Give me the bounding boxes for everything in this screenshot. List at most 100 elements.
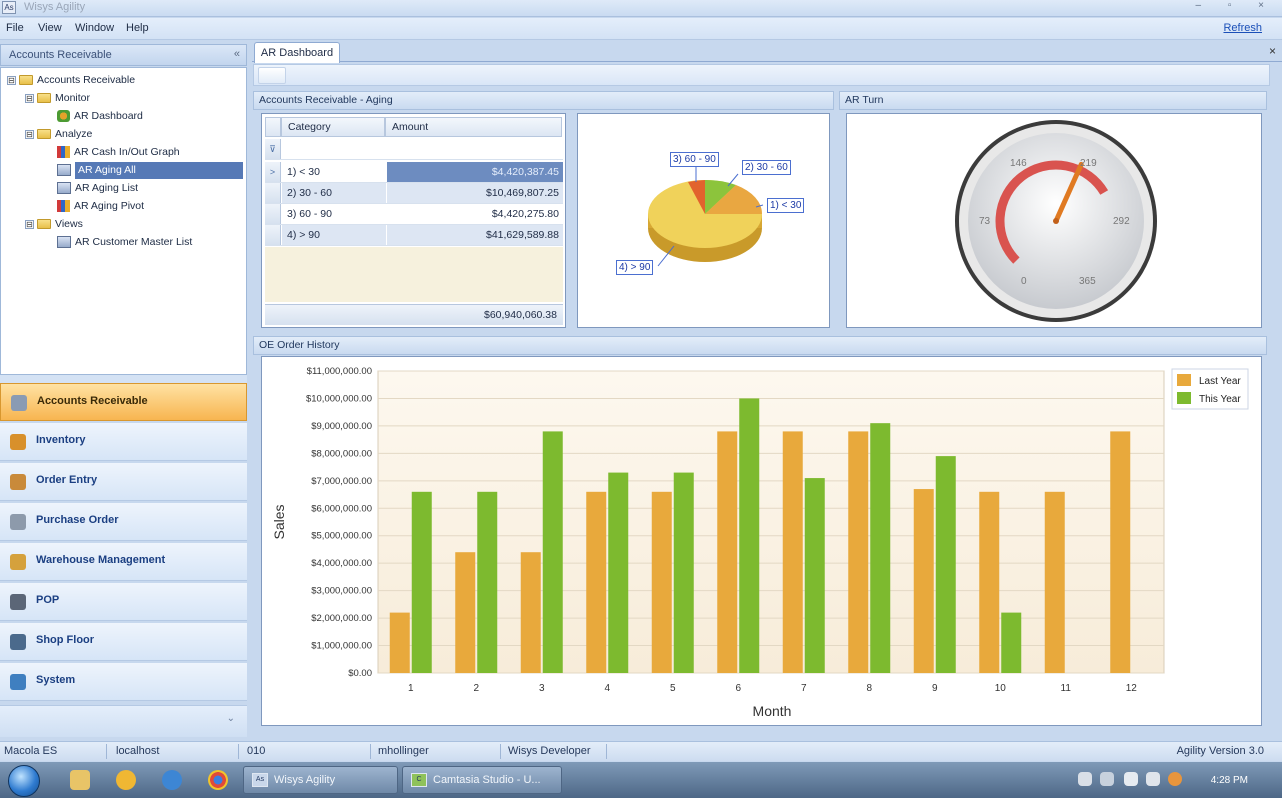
tree-item-ar-aging-list[interactable]: AR Aging List [57, 180, 138, 197]
taskbar-item-camtasia[interactable]: C Camtasia Studio - U... [402, 766, 562, 794]
warehouse-icon [10, 554, 26, 570]
x-tick-label: 6 [735, 683, 741, 694]
bar-last-year[interactable] [455, 552, 476, 673]
tray-volume-icon[interactable] [1146, 772, 1160, 786]
toolbar-button[interactable] [258, 67, 286, 84]
collapse-toggle-icon[interactable]: ⊟ [25, 93, 34, 103]
tree-item-accounts-receivable[interactable]: ⊟ Accounts Receivable [7, 72, 135, 89]
bar-this-year[interactable] [739, 398, 760, 673]
nav-button-purchase-order[interactable]: Purchase Order [0, 503, 247, 541]
title-bar: As Wisys Agility – ▫ × [0, 0, 1282, 17]
tree-label: Analyze [55, 128, 93, 140]
nav-button-order-entry[interactable]: Order Entry [0, 463, 247, 501]
bar-last-year[interactable] [520, 552, 541, 673]
nav-pane-title: Accounts Receivable [9, 49, 112, 61]
chevron-down-icon[interactable]: ⌄ [227, 713, 235, 724]
x-axis-title: Month [753, 703, 792, 719]
bar-last-year[interactable] [848, 431, 869, 673]
cell-amount[interactable]: $10,469,807.25 [387, 183, 563, 203]
cell-category[interactable]: 4) > 90 [282, 225, 386, 245]
tree-item-monitor[interactable]: ⊟ Monitor [25, 90, 90, 107]
filter-icon[interactable]: ⊽ [265, 139, 281, 159]
collapse-toggle-icon[interactable]: ⊟ [25, 129, 34, 139]
menu-view[interactable]: View [38, 22, 62, 34]
window-controls[interactable]: – ▫ × [1195, 0, 1276, 11]
bar-last-year[interactable] [913, 489, 934, 673]
order-history-chart: $0.00 $1,000,000.00 $2,000,000.00 $3,000,00… [261, 356, 1262, 726]
bar-this-year[interactable] [870, 423, 891, 673]
bar-last-year[interactable] [1110, 431, 1131, 673]
nav-splitter[interactable] [0, 375, 247, 383]
nav-button-pop[interactable]: POP [0, 583, 247, 621]
column-header-category[interactable]: Category [281, 117, 385, 137]
bar-this-year[interactable] [477, 491, 498, 673]
nav-button-shop-floor[interactable]: Shop Floor [0, 623, 247, 661]
tree-item-ar-customer-master[interactable]: AR Customer Master List [57, 234, 192, 251]
tray-network-icon[interactable] [1078, 772, 1092, 786]
collapse-toggle-icon[interactable]: ⊟ [25, 219, 34, 229]
bar-this-year[interactable] [608, 472, 629, 673]
nav-button-system[interactable]: System [0, 663, 247, 701]
folder-icon [37, 129, 51, 140]
bar-last-year[interactable] [1044, 491, 1065, 673]
table-row[interactable]: 2) 30 - 60 $10,469,807.25 [265, 183, 563, 204]
cell-amount[interactable]: $41,629,589.88 [387, 225, 563, 245]
table-row[interactable]: 3) 60 - 90 $4,420,275.80 [265, 204, 563, 225]
bar-this-year[interactable] [935, 456, 956, 673]
y-tick-label: $5,000,000.00 [311, 531, 372, 542]
tree-item-views[interactable]: ⊟ Views [25, 216, 83, 233]
y-tick-label: $4,000,000.00 [311, 558, 372, 569]
bar-this-year[interactable] [804, 478, 825, 673]
table-row[interactable]: 4) > 90 $41,629,589.88 [265, 225, 563, 246]
cell-amount[interactable]: $4,420,387.45 [387, 162, 563, 182]
bar-this-year[interactable] [1001, 612, 1022, 673]
tree-item-ar-dashboard[interactable]: AR Dashboard [57, 108, 143, 125]
dashboard-icon [57, 110, 70, 123]
menu-file[interactable]: File [6, 22, 24, 34]
bar-last-year[interactable] [717, 431, 738, 673]
column-header-amount[interactable]: Amount [385, 117, 562, 137]
row-header [265, 183, 281, 203]
refresh-link[interactable]: Refresh [1223, 22, 1262, 34]
close-tab-icon[interactable]: × [1269, 44, 1276, 58]
explorer-icon[interactable] [70, 770, 90, 790]
y-tick-label: $3,000,000.00 [311, 586, 372, 597]
row-header [265, 225, 281, 245]
cell-category[interactable]: 1) < 30 [282, 162, 386, 182]
table-row[interactable]: > 1) < 30 $4,420,387.45 [265, 162, 563, 183]
ie-icon[interactable] [162, 770, 182, 790]
bar-last-year[interactable] [782, 431, 803, 673]
bar-last-year[interactable] [651, 491, 672, 673]
collapse-icon[interactable]: « [234, 48, 240, 60]
tree-item-ar-aging-pivot[interactable]: AR Aging Pivot [57, 198, 144, 215]
menu-window[interactable]: Window [75, 22, 114, 34]
nav-button-accounts-receivable[interactable]: Accounts Receivable [0, 383, 247, 421]
taskbar-item-wisys-agility[interactable]: As Wisys Agility [243, 766, 398, 794]
chrome-icon[interactable] [208, 770, 228, 790]
menu-help[interactable]: Help [126, 22, 149, 34]
messenger-icon[interactable] [116, 770, 136, 790]
gauge-tick-label: 146 [1010, 158, 1027, 169]
tray-app-icon[interactable] [1168, 772, 1182, 786]
tree-item-analyze[interactable]: ⊟ Analyze [25, 126, 92, 143]
nav-button-inventory[interactable]: Inventory [0, 423, 247, 461]
tray-device-icon[interactable] [1100, 772, 1114, 786]
bar-this-year[interactable] [673, 472, 694, 673]
bar-this-year[interactable] [411, 491, 432, 673]
tray-signal-icon[interactable] [1124, 772, 1138, 786]
bar-last-year[interactable] [979, 491, 1000, 673]
collapse-toggle-icon[interactable]: ⊟ [7, 75, 16, 85]
bar-this-year[interactable] [542, 431, 563, 673]
tab-ar-dashboard[interactable]: AR Dashboard [254, 42, 340, 63]
bar-last-year[interactable] [586, 491, 607, 673]
cell-category[interactable]: 2) 30 - 60 [282, 183, 386, 203]
bar-last-year[interactable] [389, 612, 410, 673]
purchase-order-icon [10, 514, 26, 530]
cell-category[interactable]: 3) 60 - 90 [282, 204, 386, 224]
filter-row[interactable]: ⊽ [265, 139, 563, 160]
cell-amount[interactable]: $4,420,275.80 [387, 204, 563, 224]
tree-item-ar-cash-graph[interactable]: AR Cash In/Out Graph [57, 144, 180, 161]
nav-button-warehouse-management[interactable]: Warehouse Management [0, 543, 247, 581]
tree-item-ar-aging-all[interactable]: AR Aging All [57, 162, 245, 179]
start-button[interactable] [8, 765, 40, 797]
